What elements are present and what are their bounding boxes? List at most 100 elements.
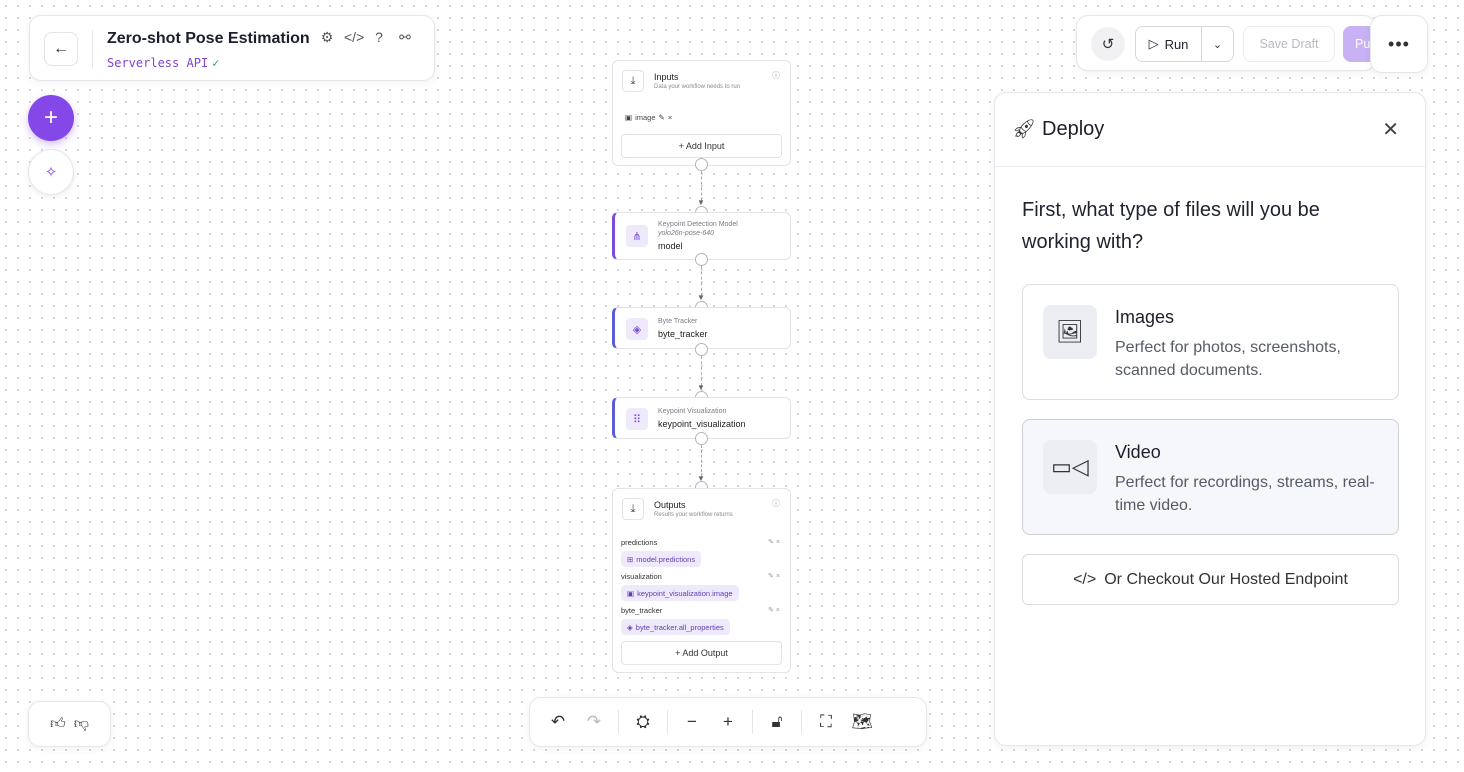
- option-title: Images: [1115, 307, 1175, 327]
- feedback-controls: 👍︎ 👎︎: [28, 701, 111, 747]
- output-label: byte_tracker: [621, 606, 663, 615]
- check-icon: ✓: [212, 56, 220, 70]
- unlock-icon: 🔓︎: [771, 712, 783, 731]
- zoom-out-button[interactable]: −: [674, 704, 710, 740]
- plus-icon: +: [723, 712, 733, 731]
- image-icon: 🖼︎: [1043, 305, 1097, 359]
- ai-assist-button[interactable]: ✧: [28, 149, 74, 195]
- hosted-endpoint-label: Or Checkout Our Hosted Endpoint: [1104, 570, 1348, 588]
- connection-handle[interactable]: [695, 343, 708, 356]
- thumbs-up-icon[interactable]: 👍︎: [50, 715, 66, 733]
- rocket-icon: 🚀︎: [1012, 119, 1037, 140]
- header-divider: [92, 30, 93, 68]
- back-button[interactable]: ←: [44, 32, 78, 66]
- inputs-title: Inputs: [654, 72, 679, 82]
- redo-button[interactable]: ↷: [576, 704, 612, 740]
- output-value-chip[interactable]: ▣ keypoint_visualization.image: [621, 585, 739, 601]
- header-actions: ⚙ </> ? ⚯: [318, 29, 414, 46]
- share-icon[interactable]: ⚯: [396, 29, 414, 46]
- target-icon: ◈: [627, 622, 633, 632]
- minimap-button[interactable]: 🗺︎: [844, 704, 880, 740]
- node-name: byte_tracker: [658, 329, 708, 339]
- target-icon: ◈: [626, 318, 648, 340]
- play-icon: ▷: [1148, 36, 1159, 51]
- help-icon[interactable]: ⓘ: [772, 70, 780, 81]
- history-icon: ↺: [1101, 36, 1115, 53]
- output-actions[interactable]: ✎ ×: [768, 572, 780, 580]
- fit-view-button[interactable]: ⛶: [808, 704, 844, 740]
- node-kind: Byte Tracker: [658, 318, 698, 325]
- option-description: Perfect for recordings, streams, real-ti…: [1115, 474, 1375, 514]
- hosted-endpoint-button[interactable]: </> Or Checkout Our Hosted Endpoint: [1022, 554, 1399, 605]
- add-output-button[interactable]: + Add Output: [621, 641, 782, 665]
- image-icon: ▣: [625, 113, 633, 122]
- auto-layout-button[interactable]: ⛭: [625, 704, 661, 740]
- zoom-in-button[interactable]: +: [710, 704, 746, 740]
- remove-icon[interactable]: ×: [668, 113, 672, 122]
- output-actions[interactable]: ✎ ×: [768, 606, 780, 614]
- edit-icon[interactable]: ✎: [659, 113, 665, 122]
- divider: [618, 710, 619, 734]
- outputs-description: Results your workflow returns: [654, 512, 733, 518]
- image-icon: ▣: [627, 588, 635, 598]
- output-value: model.predictions: [636, 554, 696, 564]
- undo-button[interactable]: ↶: [540, 704, 576, 740]
- redo-icon: ↷: [586, 712, 602, 731]
- more-options-button[interactable]: •••: [1370, 15, 1428, 73]
- undo-icon: ↶: [550, 712, 566, 731]
- output-value: keypoint_visualization.image: [637, 588, 733, 598]
- run-options-button[interactable]: ⌄: [1202, 27, 1233, 61]
- outputs-node[interactable]: ⤓ Outputs Results your workflow returns …: [612, 488, 791, 673]
- connection-handle[interactable]: [695, 432, 708, 445]
- node-name: keypoint_visualization: [658, 419, 746, 429]
- deployment-mode-label: Serverless API: [107, 56, 209, 70]
- edge: [701, 266, 702, 296]
- top-toolbar: ↺ ▷ Run ⌄ Save Draft Pu: [1076, 15, 1383, 71]
- run-button-group: ▷ Run ⌄: [1135, 26, 1234, 62]
- node-kind: Keypoint Detection Model: [658, 221, 738, 228]
- connection-handle[interactable]: [695, 158, 708, 171]
- code-icon[interactable]: </>: [344, 29, 364, 46]
- output-label: visualization: [621, 572, 662, 581]
- run-button[interactable]: ▷ Run: [1136, 27, 1202, 61]
- keypoint-icon: ⋔: [626, 225, 648, 247]
- node-name: model: [658, 241, 683, 251]
- plus-icon: +: [43, 104, 58, 131]
- edge: [701, 445, 702, 477]
- workflow-title[interactable]: Zero-shot Pose Estimation: [107, 30, 310, 48]
- images-option[interactable]: 🖼︎ Images Perfect for photos, screenshot…: [1022, 284, 1399, 400]
- help-icon[interactable]: ⓘ: [772, 498, 780, 509]
- output-label: predictions: [621, 538, 658, 547]
- predictions-icon: ⊞: [627, 554, 634, 564]
- grid-icon: ⠿: [626, 408, 648, 430]
- workflow-header: ← Zero-shot Pose Estimation ⚙ </> ? ⚯ Se…: [29, 15, 435, 81]
- video-icon: ▭◁: [1043, 440, 1097, 494]
- download-icon: ⤓: [622, 498, 644, 520]
- edge: [701, 171, 702, 201]
- input-chip-image[interactable]: ▣ image ✎ ×: [625, 113, 672, 122]
- add-block-button[interactable]: +: [28, 95, 74, 141]
- output-value-chip[interactable]: ⊞ model.predictions: [621, 551, 702, 567]
- option-title: Video: [1115, 442, 1161, 462]
- deploy-title: Deploy: [1042, 118, 1105, 140]
- history-button[interactable]: ↺: [1091, 27, 1125, 61]
- inputs-node[interactable]: ⤓ Inputs Data your workflow needs to run…: [612, 60, 791, 166]
- hierarchy-icon: ⛭: [636, 712, 650, 731]
- output-value: byte_tracker.all_properties: [635, 622, 724, 632]
- inputs-description: Data your workflow needs to run: [654, 84, 741, 90]
- save-draft-button[interactable]: Save Draft: [1243, 26, 1335, 62]
- gear-icon[interactable]: ⚙: [318, 29, 336, 46]
- close-button[interactable]: ✕: [1382, 117, 1399, 142]
- download-icon: ⤓: [622, 70, 644, 92]
- lock-button[interactable]: 🔓︎: [759, 704, 795, 740]
- output-actions[interactable]: ✎ ×: [768, 538, 780, 546]
- video-option[interactable]: ▭◁ Video Perfect for recordings, streams…: [1022, 419, 1399, 535]
- add-input-button[interactable]: + Add Input: [621, 134, 782, 158]
- deploy-question: First, what type of files will you be wo…: [1022, 199, 1320, 253]
- help-icon[interactable]: ?: [370, 29, 388, 46]
- connection-handle[interactable]: [695, 253, 708, 266]
- edge: [701, 356, 702, 386]
- divider: [801, 710, 802, 734]
- output-value-chip[interactable]: ◈ byte_tracker.all_properties: [621, 619, 730, 635]
- thumbs-down-icon[interactable]: 👎︎: [74, 715, 89, 733]
